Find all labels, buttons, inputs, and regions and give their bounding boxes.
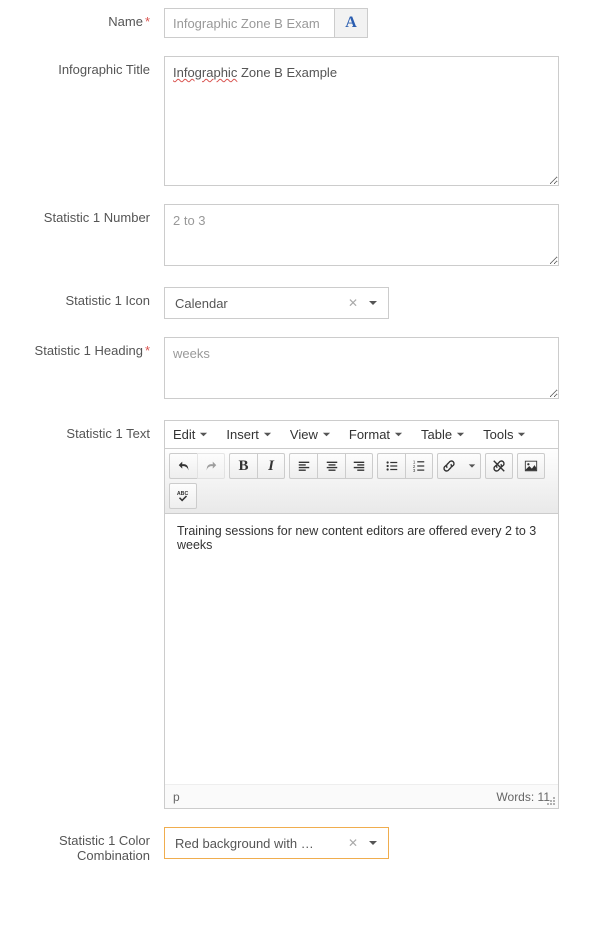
name-label: Name* — [16, 8, 164, 29]
stat1-number-label: Statistic 1 Number — [16, 204, 164, 225]
italic-button[interactable]: I — [257, 453, 285, 479]
menu-view[interactable]: View — [290, 427, 331, 442]
spellcheck-button[interactable]: ABC — [169, 483, 197, 509]
select-value: Calendar — [175, 296, 342, 311]
stat1-icon-label: Statistic 1 Icon — [16, 287, 164, 308]
menu-table[interactable]: Table — [421, 427, 465, 442]
unlink-button[interactable] — [485, 453, 513, 479]
infographic-title-input[interactable]: Infographic Zone B Example — [164, 56, 559, 186]
number-list-button[interactable]: 123 — [405, 453, 433, 479]
image-button[interactable] — [517, 453, 545, 479]
chevron-down-icon[interactable] — [364, 836, 382, 851]
stat1-heading-label: Statistic 1 Heading* — [16, 337, 164, 358]
align-right-button[interactable] — [345, 453, 373, 479]
stat1-heading-input[interactable]: weeks — [164, 337, 559, 399]
infographic-title-label: Infographic Title — [16, 56, 164, 77]
link-button[interactable] — [437, 453, 481, 479]
clear-icon[interactable]: ✕ — [342, 836, 364, 850]
chevron-down-icon[interactable] — [364, 296, 382, 311]
editor-path: p — [173, 790, 180, 804]
menu-tools[interactable]: Tools — [483, 427, 526, 442]
stat1-color-label: Statistic 1 Color Combination — [16, 827, 164, 863]
clear-icon[interactable]: ✕ — [342, 296, 364, 310]
svg-text:3: 3 — [413, 468, 416, 473]
rich-text-editor: Edit Insert View Format Table Tools B I — [164, 420, 559, 809]
editor-content[interactable]: Training sessions for new content editor… — [165, 514, 558, 784]
resize-grip-icon[interactable] — [546, 796, 556, 806]
menu-insert[interactable]: Insert — [226, 427, 272, 442]
select-value: Red background with … — [175, 836, 342, 851]
editor-toolbar: B I 123 — [165, 448, 558, 514]
bullet-list-button[interactable] — [377, 453, 405, 479]
font-a-icon: A — [345, 14, 357, 32]
stat1-number-input[interactable]: 2 to 3 — [164, 204, 559, 266]
menu-format[interactable]: Format — [349, 427, 403, 442]
stat1-color-select[interactable]: Red background with … ✕ — [164, 827, 389, 859]
stat1-icon-select[interactable]: Calendar ✕ — [164, 287, 389, 319]
bold-button[interactable]: B — [229, 453, 257, 479]
stat1-text-label: Statistic 1 Text — [16, 420, 164, 441]
menu-edit[interactable]: Edit — [173, 427, 208, 442]
align-center-button[interactable] — [317, 453, 345, 479]
name-input[interactable] — [164, 8, 334, 38]
font-style-button[interactable]: A — [334, 8, 368, 38]
align-left-button[interactable] — [289, 453, 317, 479]
editor-statusbar: p Words: 11 — [165, 784, 558, 808]
redo-button[interactable] — [197, 453, 225, 479]
editor-menubar: Edit Insert View Format Table Tools — [165, 421, 558, 448]
editor-word-count: Words: 11 — [496, 790, 550, 804]
undo-button[interactable] — [169, 453, 197, 479]
